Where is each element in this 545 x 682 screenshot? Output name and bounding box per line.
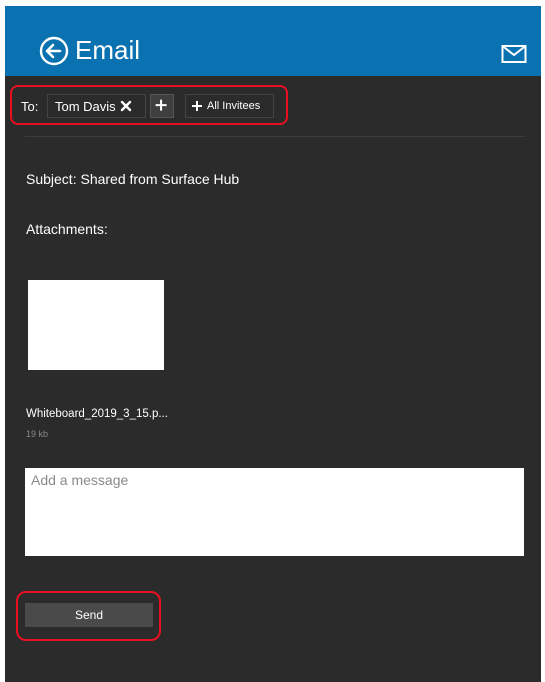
divider bbox=[25, 136, 525, 137]
all-invitees-label: All Invitees bbox=[207, 100, 261, 112]
remove-recipient-icon[interactable] bbox=[120, 100, 132, 112]
message-input[interactable] bbox=[25, 468, 524, 556]
attachment-file-name: Whiteboard_2019_3_15.p... bbox=[26, 408, 168, 420]
back-arrow-icon[interactable] bbox=[38, 35, 70, 67]
page-title: Email bbox=[75, 35, 141, 65]
header-bar: Email bbox=[5, 6, 541, 76]
send-button[interactable]: Send bbox=[25, 603, 153, 627]
recipient-chip: Tom Davis bbox=[47, 94, 146, 118]
plus-icon bbox=[192, 101, 202, 111]
add-recipient-button[interactable] bbox=[150, 94, 174, 118]
attachment-file-size: 19 kb bbox=[26, 429, 49, 439]
email-dialog: Email To: Tom Davis All Invitees Subject… bbox=[5, 6, 541, 682]
all-invitees-button[interactable]: All Invitees bbox=[185, 94, 274, 118]
attachment-thumbnail[interactable] bbox=[28, 280, 164, 370]
attachments-label: Attachments: bbox=[26, 221, 108, 237]
plus-icon bbox=[155, 99, 167, 111]
subject-line: Subject: Shared from Surface Hub bbox=[26, 171, 240, 187]
recipient-name: Tom Davis bbox=[55, 99, 116, 114]
envelope-icon[interactable] bbox=[501, 44, 527, 64]
to-label: To: bbox=[21, 99, 39, 114]
